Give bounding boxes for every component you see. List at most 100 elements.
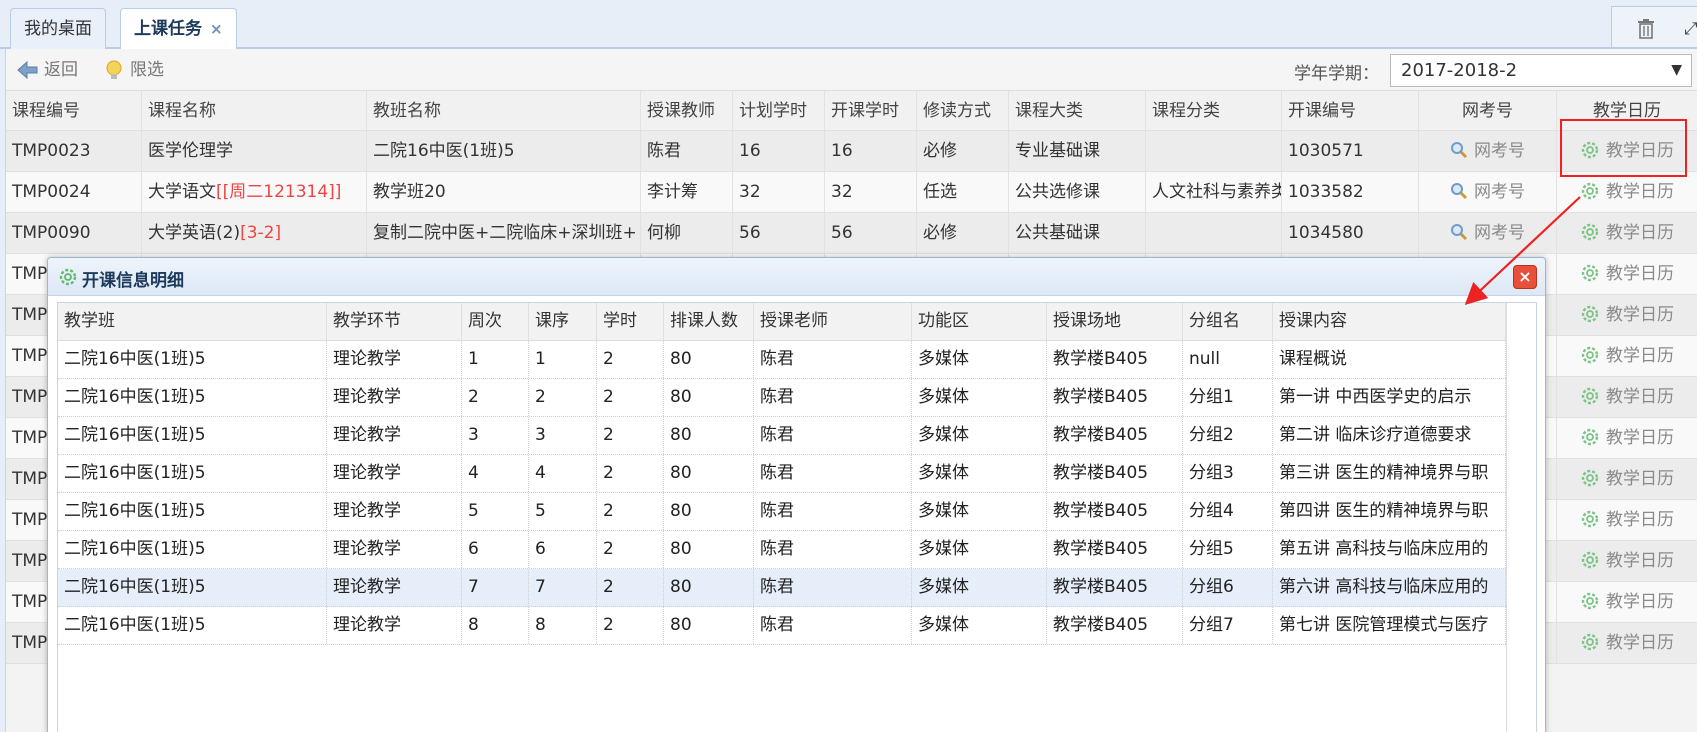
- calendar-link[interactable]: 教学日历: [1557, 254, 1697, 294]
- calendar-link[interactable]: 教学日历: [1557, 541, 1697, 581]
- table-cell: 2: [597, 607, 664, 644]
- table-row[interactable]: 二院16中医(1班)5 理论教学 3 3 2 80 陈君 多媒体 教学楼B405 分组2 第二讲 临…: [58, 417, 1506, 455]
- col-header[interactable]: 开课编号: [1282, 91, 1419, 130]
- table-row[interactable]: 二院16中医(1班)5 理论教学 5 5 2 80 陈君 多媒体 教学楼B405 分组4 第四讲 医…: [58, 493, 1506, 531]
- limit-button[interactable]: 限选: [102, 58, 164, 82]
- cell-major: 公共基础课: [1009, 213, 1146, 253]
- exam-link[interactable]: 网考号: [1419, 131, 1557, 171]
- search-icon: [1451, 224, 1468, 241]
- table-row[interactable]: 二院16中医(1班)5 理论教学 8 8 2 80 陈君 多媒体 教学楼B405 分组7 第七讲 医…: [58, 607, 1506, 645]
- col-header[interactable]: 课程名称: [142, 91, 367, 130]
- tab-bar: 我的桌面 上课任务 × ⤢: [0, 0, 1697, 51]
- table-row[interactable]: TMP0024 大学语文[[周二121314]] 教学班20 李计筹 32 32 任选 公共选…: [6, 172, 1697, 213]
- calendar-link[interactable]: 教学日历: [1557, 377, 1697, 417]
- table-row[interactable]: 二院16中医(1班)5 理论教学 4 4 2 80 陈君 多媒体 教学楼B405 分组3 第三讲 医…: [58, 455, 1506, 493]
- cell-teacher: 李计筹: [641, 172, 733, 212]
- col-header[interactable]: 分组名: [1183, 303, 1273, 340]
- table-cell: 分组4: [1183, 493, 1273, 530]
- table-cell: 4: [529, 455, 597, 492]
- calendar-link[interactable]: 教学日历: [1557, 582, 1697, 622]
- dialog-title-bar[interactable]: 开课信息明细 ×: [48, 258, 1545, 296]
- calendar-link[interactable]: 教学日历: [1557, 500, 1697, 540]
- calendar-link[interactable]: 教学日历: [1557, 295, 1697, 335]
- term-select[interactable]: 2017-2018-2 ▼: [1390, 54, 1692, 87]
- tab-class-tasks[interactable]: 上课任务 ×: [120, 8, 237, 51]
- col-header[interactable]: 修读方式: [917, 91, 1009, 130]
- col-header[interactable]: 开课学时: [825, 91, 917, 130]
- col-header[interactable]: 学时: [597, 303, 664, 340]
- cell-teacher: 何柳: [641, 213, 733, 253]
- calendar-link[interactable]: 教学日历: [1557, 459, 1697, 499]
- col-header[interactable]: 授课内容: [1273, 303, 1506, 340]
- table-row[interactable]: 二院16中医(1班)5 理论教学 7 7 2 80 陈君 多媒体 教学楼B405 分组6 第六讲 高…: [58, 569, 1506, 607]
- table-row[interactable]: TMP0023 医学伦理学 二院16中医(1班)5 陈君 16 16 必修 专业基础课 1030…: [6, 131, 1697, 172]
- table-cell: 2: [597, 531, 664, 568]
- table-cell: 8: [529, 607, 597, 644]
- col-header[interactable]: 课程大类: [1009, 91, 1146, 130]
- table-cell: 理论教学: [327, 379, 462, 416]
- col-header[interactable]: 排课人数: [664, 303, 754, 340]
- tab-label: 上课任务: [134, 19, 202, 39]
- back-button[interactable]: 返回: [16, 58, 78, 82]
- table-cell: 2: [529, 379, 597, 416]
- col-header[interactable]: 计划学时: [733, 91, 825, 130]
- cell-open_no: 1033582: [1282, 172, 1419, 212]
- exam-link[interactable]: 网考号: [1419, 172, 1557, 212]
- table-cell: 课程概说: [1273, 341, 1506, 378]
- calendar-link[interactable]: 教学日历: [1557, 418, 1697, 458]
- table-cell: 陈君: [754, 607, 912, 644]
- table-row[interactable]: 二院16中医(1班)5 理论教学 2 2 2 80 陈君 多媒体 教学楼B405 分组1 第一讲 中…: [58, 379, 1506, 417]
- table-row[interactable]: 二院16中医(1班)5 理论教学 6 6 2 80 陈君 多媒体 教学楼B405 分组5 第五讲 高…: [58, 531, 1506, 569]
- col-header[interactable]: 网考号: [1419, 91, 1557, 130]
- col-header[interactable]: 教班名称: [367, 91, 641, 130]
- trash-icon[interactable]: [1636, 18, 1656, 40]
- col-header[interactable]: 授课场地: [1047, 303, 1183, 340]
- table-cell: 分组3: [1183, 455, 1273, 492]
- term-label: 学年学期：: [1294, 64, 1379, 84]
- exam-link[interactable]: 网考号: [1419, 213, 1557, 253]
- table-row[interactable]: TMP0090 大学英语(2)[3-2] 复制二院中医+二院临床+深圳班+ 何柳 56 5…: [6, 213, 1697, 254]
- col-header[interactable]: 授课教师: [641, 91, 733, 130]
- table-cell: 二院16中医(1班)5: [58, 607, 327, 644]
- col-header[interactable]: 功能区: [912, 303, 1047, 340]
- table-cell: 多媒体: [912, 455, 1047, 492]
- table-cell: 6: [462, 531, 529, 568]
- table-row[interactable]: 二院16中医(1班)5 理论教学 1 1 2 80 陈君 多媒体 教学楼B405 null 课程概说: [58, 341, 1506, 379]
- dialog-header-row: 教学班 教学环节 周次 课序 学时 排课人数 授课老师 功能区 授课场地 分组名 授课内容: [58, 303, 1506, 341]
- cell-open_no: 1034580: [1282, 213, 1419, 253]
- col-header[interactable]: 授课老师: [754, 303, 912, 340]
- gear-icon: [1581, 428, 1599, 446]
- col-header[interactable]: 课程分类: [1146, 91, 1282, 130]
- course-name-extra: [3-2]: [240, 223, 282, 243]
- table-cell: 多媒体: [912, 569, 1047, 606]
- table-cell: 教学楼B405: [1047, 379, 1183, 416]
- limit-label: 限选: [130, 60, 164, 80]
- search-icon: [1451, 183, 1468, 200]
- calendar-label: 教学日历: [1606, 551, 1674, 571]
- table-cell: 6: [529, 531, 597, 568]
- col-header[interactable]: 周次: [462, 303, 529, 340]
- table-cell: 1: [529, 341, 597, 378]
- course-name-extra: [[周二121314]]: [216, 182, 342, 202]
- table-cell: 80: [664, 569, 754, 606]
- table-cell: 80: [664, 531, 754, 568]
- gear-icon: [1581, 346, 1599, 364]
- col-header[interactable]: 课程编号: [6, 91, 142, 130]
- calendar-link[interactable]: 教学日历: [1557, 623, 1697, 663]
- table-cell: 2: [597, 341, 664, 378]
- expand-icon[interactable]: ⤢: [1684, 19, 1697, 39]
- calendar-link[interactable]: 教学日历: [1557, 172, 1697, 212]
- col-header[interactable]: 课序: [529, 303, 597, 340]
- course-code: TMP0023: [6, 131, 142, 171]
- calendar-link[interactable]: 教学日历: [1557, 336, 1697, 376]
- calendar-label: 教学日历: [1606, 592, 1674, 612]
- highlight-box: [1560, 119, 1687, 177]
- close-button[interactable]: ×: [1513, 265, 1537, 289]
- tab-my-desktop[interactable]: 我的桌面: [10, 8, 106, 49]
- calendar-link[interactable]: 教学日历: [1557, 213, 1697, 253]
- col-header[interactable]: 教学班: [58, 303, 327, 340]
- col-header[interactable]: 教学环节: [327, 303, 462, 340]
- tab-close-icon[interactable]: ×: [210, 20, 223, 38]
- dropdown-arrow-icon: ▼: [1671, 62, 1682, 78]
- table-cell: 80: [664, 607, 754, 644]
